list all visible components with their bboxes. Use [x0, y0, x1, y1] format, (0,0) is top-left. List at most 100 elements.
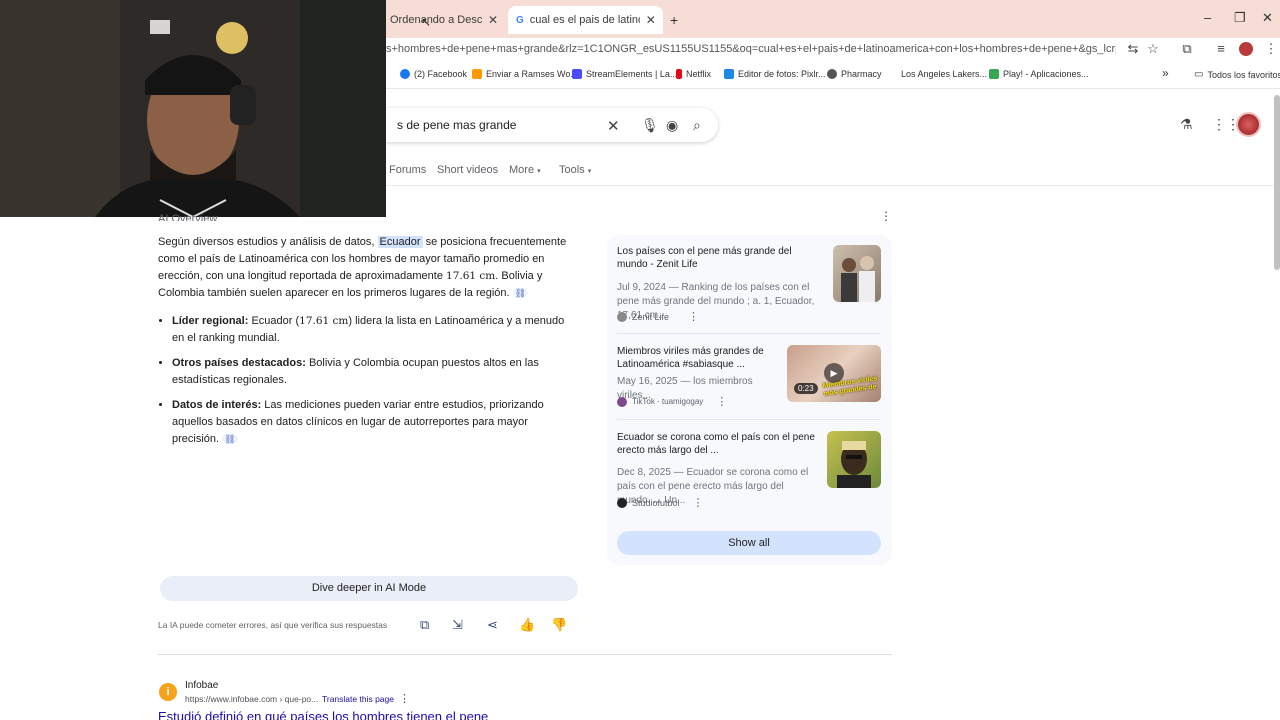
source-site: Studiofutbol ⋮	[617, 496, 704, 509]
export-icon[interactable]: ⇲	[452, 617, 463, 633]
labs-icon[interactable]: ⚗	[1180, 116, 1193, 133]
source-site: Zenit Life ⋮	[617, 310, 699, 323]
bookmark-pharmacy[interactable]: Pharmacy	[827, 69, 882, 79]
site-name: TikTok · tuamigogay	[632, 397, 704, 406]
bookmark-label: (2) Facebook	[414, 69, 468, 79]
restore-button[interactable]: ❐	[1234, 10, 1246, 26]
facebook-icon	[400, 69, 410, 79]
clear-icon[interactable]: ✕	[607, 117, 620, 135]
bookmark-label: Enviar a Ramses Wo...	[486, 69, 578, 79]
pixlr-icon	[724, 69, 734, 79]
search-input[interactable]: s de pene mas grande	[397, 118, 516, 132]
bookmark-netflix[interactable]: Netflix	[676, 69, 711, 79]
close-icon[interactable]: ✕	[646, 13, 656, 27]
site-favicon	[617, 311, 627, 322]
mic-icon[interactable]: 🎙	[641, 117, 659, 134]
thumbs-down-icon[interactable]: 👎	[551, 617, 567, 633]
tab-search-active[interactable]: G cual es el pais de latinoamerica ✕	[508, 6, 663, 34]
tab-short-videos[interactable]: Short videos	[437, 164, 498, 176]
thumbs-up-icon[interactable]: 👍	[519, 617, 535, 633]
ai-overview-header-text: AI Overview	[158, 213, 218, 221]
more-options-icon[interactable]: ⋮	[693, 496, 704, 509]
media-icon[interactable]: ≡	[1212, 40, 1230, 58]
caret-down-icon: ▾	[587, 168, 592, 175]
result-title[interactable]: Estudió definió en qué países los hombre…	[158, 709, 488, 720]
search-icon[interactable]: ⌕	[693, 117, 701, 134]
overview-text: Según diversos estudios y análisis de da…	[158, 236, 378, 248]
bookmark-facebook[interactable]: (2) Facebook	[400, 69, 467, 79]
bookmark-label: Editor de fotos: Pixlr...	[738, 69, 826, 79]
thumbnail-image	[837, 441, 871, 488]
globe-icon	[827, 69, 837, 79]
link-icon[interactable]: ⛓	[512, 288, 529, 298]
source-thumbnail[interactable]	[827, 431, 881, 488]
star-icon[interactable]: ☆	[1144, 40, 1162, 58]
dive-deeper-button[interactable]: Dive deeper in AI Mode	[160, 576, 578, 601]
result-url[interactable]: https://www.infobae.com › que-po...	[185, 694, 318, 704]
menu-icon[interactable]: ⋮	[1262, 40, 1280, 58]
list-item: Líder regional: Ecuador (17.61 cm) lider…	[172, 313, 576, 347]
share-icon[interactable]: ⋖	[487, 617, 498, 633]
tab-label: cual es el pais de latinoamerica	[529, 14, 640, 26]
more-options-icon[interactable]: ⋮	[688, 310, 699, 323]
play-icon	[989, 69, 999, 79]
copy-icon[interactable]: ⧉	[420, 617, 429, 633]
show-all-button[interactable]: Show all	[617, 531, 881, 555]
bookmark-label: StreamElements | La...	[586, 69, 678, 79]
bullet-heading: Líder regional:	[172, 315, 249, 327]
tab-label: Ordenando a Desconocid	[390, 14, 482, 26]
bookmark-lakers[interactable]: Los Angeles Lakers...	[901, 69, 987, 79]
source-title[interactable]: Ecuador se corona como el país con el pe…	[617, 431, 817, 457]
bookmark-label: Pharmacy	[841, 69, 882, 79]
bookmark-streamelements[interactable]: StreamElements | La...	[572, 69, 677, 79]
streamelements-icon	[572, 69, 582, 79]
caret-down-icon: ▾	[537, 168, 541, 175]
more-options-icon[interactable]: ⋮	[880, 209, 892, 223]
tab-forums[interactable]: Forums	[389, 164, 426, 176]
bullet-number: 17.61 cm	[299, 315, 349, 327]
bookmark-ramses[interactable]: Enviar a Ramses Wo...	[472, 69, 578, 79]
address-bar[interactable]: s+hombres+de+pene+mas+grande&rlz=1C1ONGR…	[386, 38, 1116, 60]
bookmark-all[interactable]: ▭ Todos los favoritos	[1194, 69, 1280, 80]
result-site[interactable]: Infobae	[185, 680, 218, 691]
more-options-icon[interactable]: ⋮	[399, 692, 410, 705]
bookmark-play[interactable]: Play! - Aplicaciones...	[989, 69, 1089, 79]
ai-overview-header: AI Overview	[158, 207, 274, 221]
source-thumbnail[interactable]	[833, 245, 881, 302]
site-name: Zenit Life	[632, 311, 670, 322]
close-icon[interactable]: ✕	[488, 13, 498, 27]
source-site: TikTok · tuamigogay ⋮	[617, 395, 727, 408]
profile-avatar[interactable]	[1239, 42, 1253, 56]
divider	[617, 419, 881, 420]
link-icon[interactable]: ⛓	[222, 434, 238, 444]
site-name: Studiofutbol	[632, 497, 680, 508]
more-options-icon[interactable]: ⋮	[716, 395, 727, 408]
bookmark-label: Todos los favoritos	[1207, 69, 1280, 80]
scrollbar[interactable]	[1274, 95, 1280, 270]
divider	[617, 333, 881, 334]
account-avatar[interactable]	[1236, 112, 1261, 137]
highlight-ecuador: Ecuador	[377, 236, 423, 248]
thumbnail-image	[841, 256, 875, 302]
translate-link[interactable]: Translate this page	[322, 694, 394, 704]
close-window-button[interactable]: ✕	[1262, 10, 1273, 26]
bookmarks-bar: (2) Facebook Enviar a Ramses Wo... Strea…	[386, 62, 1280, 86]
bookmark-pixlr[interactable]: Editor de fotos: Pixlr...	[724, 69, 826, 79]
tab-more-label: More	[509, 164, 535, 176]
new-tab-button[interactable]: +	[670, 12, 678, 28]
bookmarks-overflow[interactable]: »	[1162, 66, 1169, 80]
minimize-button[interactable]: –	[1204, 10, 1211, 25]
infobae-icon: i	[159, 683, 177, 701]
tab-tools[interactable]: Tools ▾	[559, 164, 591, 176]
extensions-icon[interactable]: ⧉	[1178, 40, 1196, 58]
bookmark-label: Play! - Aplicaciones...	[1003, 69, 1089, 79]
tab-more[interactable]: More ▾	[509, 164, 541, 176]
video-thumbnail[interactable]: ▶ 0:23 Miembros viriles más grandes de	[787, 345, 881, 402]
translate-icon[interactable]: ⇆	[1124, 40, 1142, 58]
tab-tools-label: Tools	[559, 164, 585, 176]
source-title[interactable]: Miembros viriles más grandes de Latinoam…	[617, 345, 777, 371]
tab-ordenando[interactable]: Ordenando a Desconocid ✕	[386, 8, 504, 32]
list-item: Otros países destacados: Bolivia y Colom…	[172, 355, 576, 389]
source-title[interactable]: Los países con el pene más grande del mu…	[617, 245, 822, 271]
lens-icon[interactable]: ◉	[666, 117, 678, 134]
